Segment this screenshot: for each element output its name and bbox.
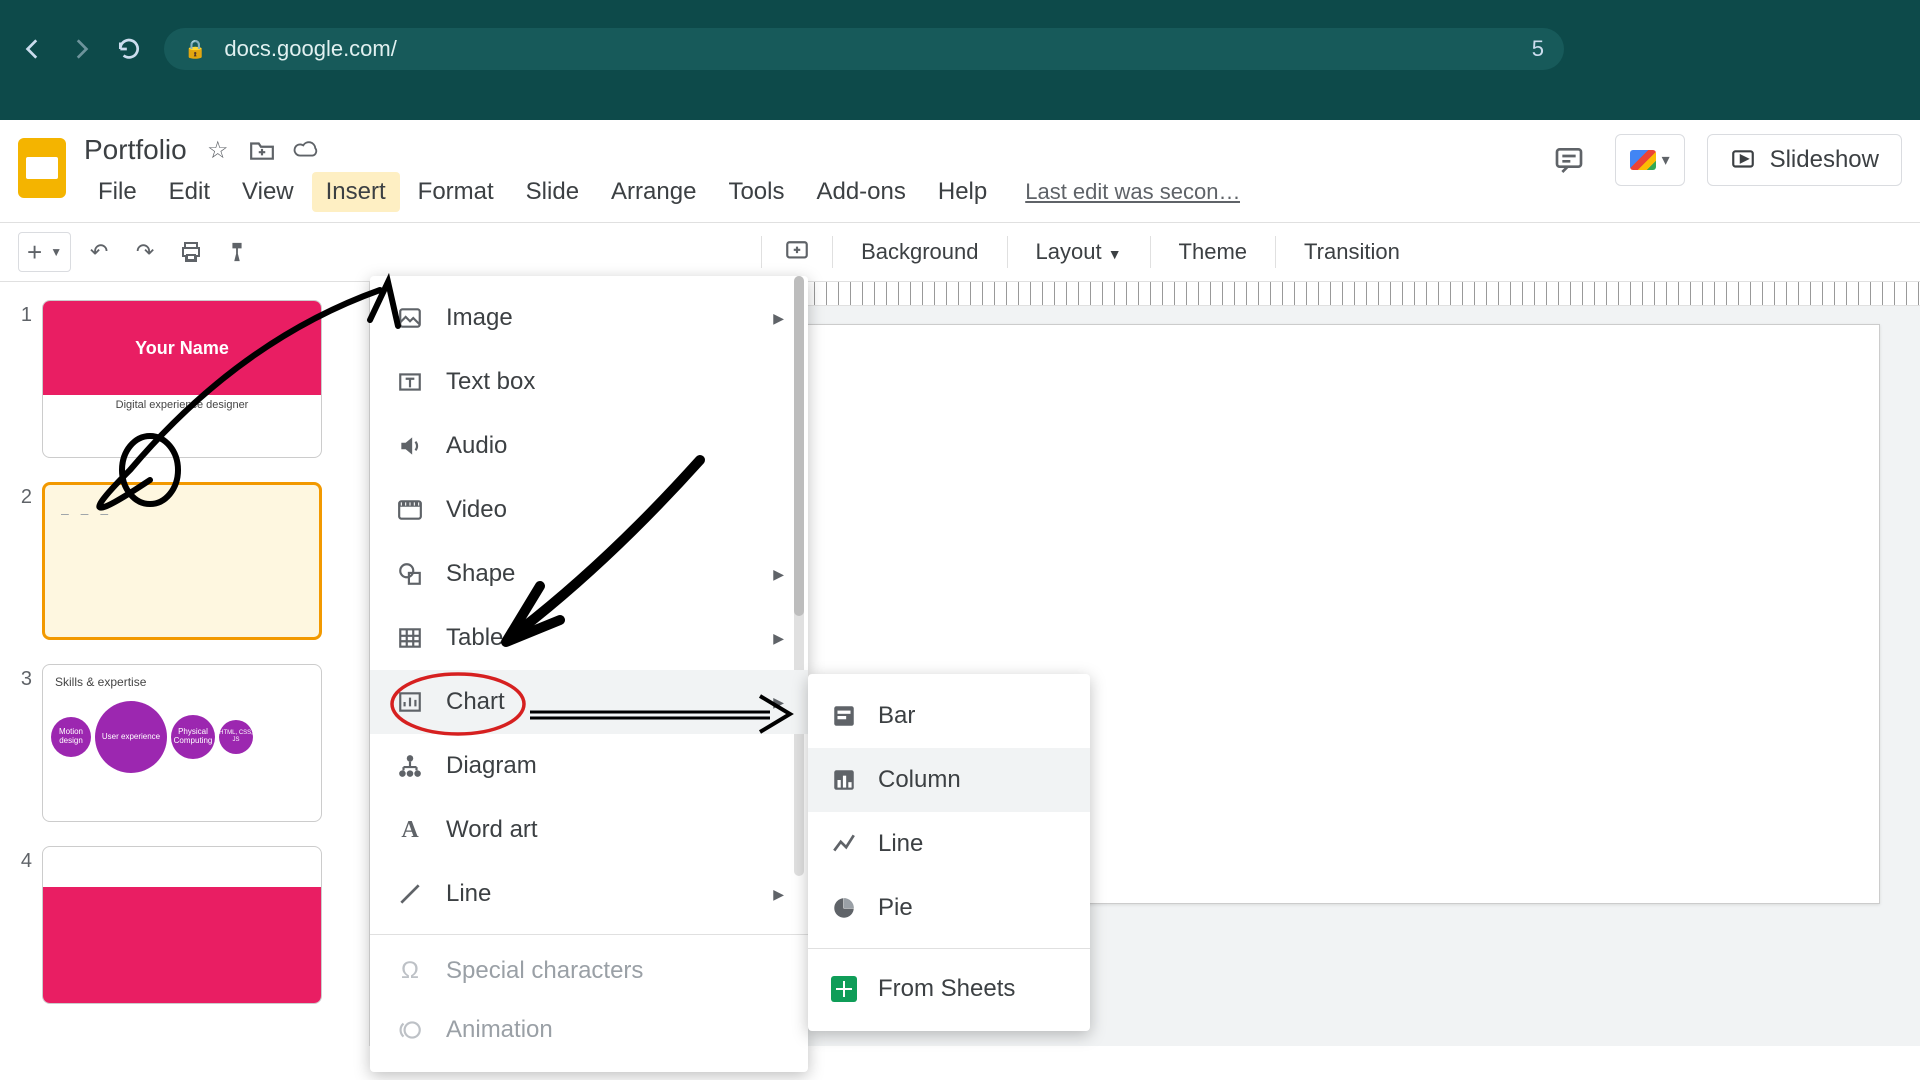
- submenu-separator: [808, 948, 1090, 949]
- insert-special-characters[interactable]: Ω Special characters: [370, 934, 808, 998]
- insert-line[interactable]: Line▶: [370, 862, 808, 926]
- redo-button[interactable]: ↷: [127, 232, 163, 272]
- browser-tab-strip: [0, 0, 1920, 18]
- slideshow-label: Slideshow: [1770, 146, 1879, 174]
- document-title[interactable]: Portfolio: [84, 134, 187, 166]
- reload-button[interactable]: [116, 36, 142, 62]
- audio-icon: [396, 432, 424, 460]
- special-characters-icon: Ω: [396, 957, 424, 985]
- bookmark-bar: [0, 80, 1920, 120]
- insert-menu-dropdown: Image▶ Text box Audio Video Shape▶ Table…: [370, 276, 808, 1072]
- browser-nav-bar: 🔒 docs.google.com/ 5: [0, 18, 1920, 80]
- menu-tools[interactable]: Tools: [714, 172, 798, 212]
- pie-chart-icon: [830, 894, 858, 922]
- chart-bar[interactable]: Bar: [808, 684, 1090, 748]
- paint-format-button[interactable]: [219, 232, 255, 272]
- cloud-status-icon[interactable]: [293, 137, 319, 163]
- transition-button[interactable]: Transition: [1292, 239, 1412, 265]
- chart-icon: [396, 688, 424, 716]
- thumb-number: 1: [12, 300, 32, 327]
- column-chart-icon: [830, 766, 858, 794]
- thumb-number: 3: [12, 664, 32, 691]
- toolbar: +▼ ↶ ↷ Background Layout ▼ Theme Transit…: [0, 222, 1920, 282]
- video-icon: [396, 496, 424, 524]
- chart-submenu: Bar Column Line Pie From Sheets: [808, 674, 1090, 1031]
- lock-icon: 🔒: [184, 39, 206, 60]
- slide-thumbnail-3[interactable]: Skills & expertise Motion design User ex…: [42, 664, 322, 822]
- menu-edit[interactable]: Edit: [155, 172, 224, 212]
- chart-column[interactable]: Column: [808, 748, 1090, 812]
- menu-arrange[interactable]: Arrange: [597, 172, 710, 212]
- insert-textbox[interactable]: Text box: [370, 350, 808, 414]
- thumb-number: 4: [12, 846, 32, 873]
- insert-video[interactable]: Video: [370, 478, 808, 542]
- wordart-icon: A: [396, 816, 424, 844]
- menu-view[interactable]: View: [228, 172, 308, 212]
- insert-chart[interactable]: Chart▶: [370, 670, 808, 734]
- print-button[interactable]: [173, 232, 209, 272]
- chart-from-sheets[interactable]: From Sheets: [808, 957, 1090, 1021]
- table-icon: [396, 624, 424, 652]
- insert-table[interactable]: Table▶: [370, 606, 808, 670]
- shape-icon: [396, 560, 424, 588]
- meet-icon: [1630, 150, 1656, 170]
- menu-insert[interactable]: Insert: [312, 172, 400, 212]
- slideshow-button[interactable]: Slideshow: [1707, 134, 1902, 186]
- image-icon: [396, 304, 424, 332]
- thumbnail-panel: 1 Your Name Digital experience designer …: [0, 282, 370, 1046]
- chevron-right-icon: ▶: [773, 310, 784, 327]
- address-bar[interactable]: 🔒 docs.google.com/ 5: [164, 28, 1564, 70]
- slide-thumbnail-2[interactable]: – – –: [42, 482, 322, 640]
- slide-thumbnail-4[interactable]: [42, 846, 322, 1004]
- animation-icon: [396, 1016, 424, 1044]
- diagram-icon: [396, 752, 424, 780]
- address-badge: 5: [1532, 36, 1544, 62]
- star-icon[interactable]: ☆: [205, 137, 231, 163]
- chart-pie[interactable]: Pie: [808, 876, 1090, 940]
- insert-audio[interactable]: Audio: [370, 414, 808, 478]
- chevron-right-icon: ▶: [773, 886, 784, 903]
- new-slide-button[interactable]: +▼: [18, 232, 71, 272]
- bar-chart-icon: [830, 702, 858, 730]
- menu-format[interactable]: Format: [404, 172, 508, 212]
- insert-diagram[interactable]: Diagram: [370, 734, 808, 798]
- layout-button[interactable]: Layout ▼: [1024, 239, 1134, 265]
- forward-button[interactable]: [68, 36, 94, 62]
- slide-thumbnail-1[interactable]: Your Name Digital experience designer: [42, 300, 322, 458]
- chevron-right-icon: ▶: [773, 566, 784, 583]
- last-edit-link[interactable]: Last edit was secon…: [1025, 179, 1240, 205]
- line-chart-icon: [830, 830, 858, 858]
- slides-logo-icon[interactable]: [18, 138, 66, 198]
- add-comment-button[interactable]: [778, 232, 816, 272]
- move-folder-icon[interactable]: [249, 137, 275, 163]
- meet-button[interactable]: ▾: [1615, 134, 1685, 186]
- chevron-right-icon: ▶: [773, 694, 784, 711]
- app-header: Portfolio ☆ File Edit View Insert Format…: [0, 120, 1920, 212]
- sheets-icon: [830, 975, 858, 1003]
- comments-icon[interactable]: [1545, 136, 1593, 184]
- theme-button[interactable]: Theme: [1167, 239, 1259, 265]
- undo-button[interactable]: ↶: [81, 232, 117, 272]
- menu-file[interactable]: File: [84, 172, 151, 212]
- insert-wordart[interactable]: A Word art: [370, 798, 808, 862]
- url-text: docs.google.com/: [224, 36, 396, 62]
- insert-shape[interactable]: Shape▶: [370, 542, 808, 606]
- chevron-right-icon: ▶: [773, 630, 784, 647]
- menu-help[interactable]: Help: [924, 172, 1001, 212]
- back-button[interactable]: [20, 36, 46, 62]
- thumb-number: 2: [12, 482, 32, 509]
- insert-animation[interactable]: Animation: [370, 998, 808, 1062]
- textbox-icon: [396, 368, 424, 396]
- menu-addons[interactable]: Add-ons: [802, 172, 919, 212]
- menu-bar: File Edit View Insert Format Slide Arran…: [84, 172, 1527, 212]
- chart-line[interactable]: Line: [808, 812, 1090, 876]
- insert-image[interactable]: Image▶: [370, 286, 808, 350]
- line-icon: [396, 880, 424, 908]
- background-button[interactable]: Background: [849, 239, 990, 265]
- menu-slide[interactable]: Slide: [512, 172, 593, 212]
